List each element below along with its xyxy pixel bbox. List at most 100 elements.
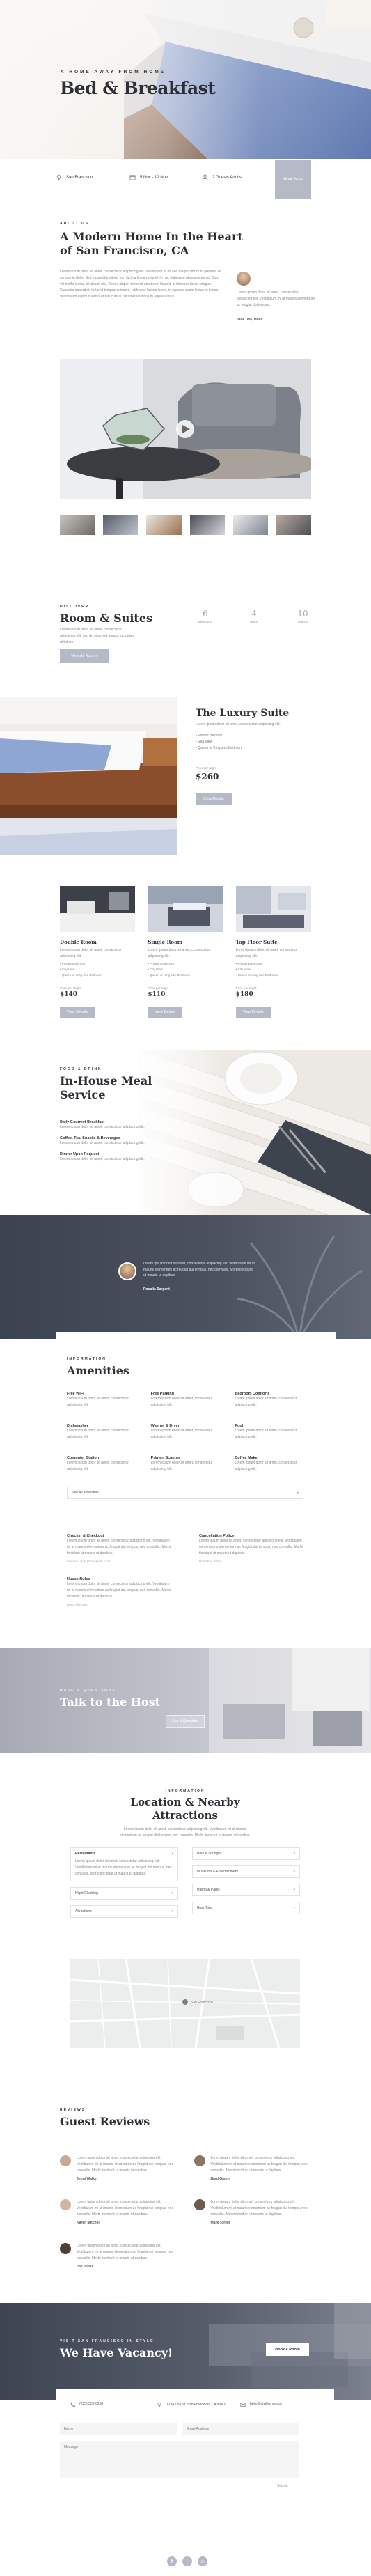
name-input[interactable] [60,2423,177,2435]
accordion-night-clubbing[interactable]: Night Clubbing ▾ [70,1887,178,1900]
location-pin-icon [56,174,61,180]
reviews-title: Guest Reviews [60,2115,150,2128]
accordion-museums[interactable]: Museums & Entertainment ▾ [192,1865,300,1878]
booking-location-field[interactable]: San Francisco [56,174,93,180]
host-section: HAVE A QUESTION? Talk to the Host Ask a … [0,1648,371,1753]
review-author: Joe Jones [77,2265,94,2269]
email-text: hello@divitheme.com [250,2402,283,2406]
luxury-view-details-button[interactable]: View Details [196,793,232,805]
accordion-attractions[interactable]: Attractions ▾ [70,1905,178,1918]
book-room-button[interactable]: Book a Room [266,2343,309,2356]
room-card-view-details-button[interactable]: View Details [148,1007,183,1018]
accordion-title: Restaurants [75,1852,95,1856]
room-card-view-details-button[interactable]: View Details [60,1007,95,1018]
luxury-suite-image [0,697,177,855]
thumbnail-image[interactable] [146,515,182,535]
review-author: Jenni Walker [77,2177,98,2181]
view-all-rooms-button[interactable]: View All Rooms [60,649,109,663]
amenities-card: INFORMATION Amenities Free WiFi Lorem ips… [56,1332,336,1659]
contact-address: 1234 Divi St. San Francisco, CA 93402 [157,2402,233,2407]
phone-text: (255) 352-6258 [79,2402,104,2406]
about-label: ABOUT US [60,222,90,226]
stat-baths: 4 Baths [237,609,271,623]
review-avatar [60,2155,71,2166]
stat-guests: 10 Guests [285,609,320,623]
review-text: Lorem ipsum dolor sit amet, consectetur … [77,2156,173,2173]
food-section: FOOD & DRINK In-House Meal Service Daily… [0,1050,371,1215]
booking-location: San Francisco [66,175,93,180]
booking-date: 5 Nov - 12 Nov [140,175,168,180]
location-title: Location & Nearby Attractions [39,1796,331,1822]
amenity-item: Printer/ Scanner Lorem ipsum dolor sit am… [150,1456,213,1471]
chevron-down-icon: ▾ [293,1852,295,1856]
stat-number: 4 [251,609,257,619]
about-title: A Modern Home In the Heart of San Franci… [60,230,243,258]
about-video[interactable] [60,359,311,499]
email-input[interactable] [182,2423,299,2435]
accordion-title: Attractions [75,1909,92,1914]
room-card-double: Double Room Lorem ipsum dolor sit amet, … [60,886,135,1018]
testimonial-author: Rosalia Sargent [143,1287,170,1291]
accordion-restaurants[interactable]: Restaurants ▴ Lorem ipsum dolor sit amet,… [70,1847,178,1881]
vacancy-title: We Have Vacancy! [60,2346,173,2359]
booking-guests-field[interactable]: 2 Guests Adults [202,174,242,180]
see-all-amenities-toggle[interactable]: See All Amenities ▾ [67,1487,303,1499]
accordion-body: Lorem ipsum dolor sit amet, consectetur … [75,1859,172,1876]
policy-item: Cancellation Policy Lorem ipsum dolor sit… [199,1534,303,1563]
accordion-boat-trips[interactable]: Boat Trips ▾ [192,1902,300,1914]
thumbnail-image[interactable] [232,515,268,535]
review-text: Lorem ipsum dolor sit amet, consectetur … [210,2156,308,2173]
facebook-icon[interactable]: f [167,2556,177,2566]
thumbnail-image[interactable] [189,515,225,535]
testimonial-avatar [118,1262,136,1280]
twitter-icon[interactable]: t [182,2556,192,2566]
location-left-accordions: Restaurants ▴ Lorem ipsum dolor sit amet,… [70,1847,178,1918]
luxury-title: The Luxury Suite [196,708,290,719]
living-room-image [209,1648,371,1753]
hero-title: Bed & Breakfast [60,78,216,98]
feature-item: • Sea View [196,740,213,744]
ask-question-button[interactable]: Ask a Question [166,1715,205,1728]
amenities-grid: Free WiFi Lorem ipsum dolor sit amet, con… [67,1392,303,1473]
submit-button[interactable]: Submit [277,2484,288,2488]
review-item: Lorem ipsum dolor sit amet, consectetur … [60,2155,177,2181]
thumbnail-image[interactable] [103,515,139,535]
luxury-desc: Lorem ipsum dolor sit amet, consectetur … [196,722,281,727]
policies: Checkin & Checkout Lorem ipsum dolor sit … [67,1534,303,1606]
review-avatar [60,2199,71,2210]
stat-number: 10 [297,609,308,619]
location-map[interactable]: San Francisco [70,1959,300,2048]
luxury-price: $260 [196,772,219,782]
vacancy-section: VISIT SAN FRANCISCO IN STYLE We Have Vac… [0,2303,371,2400]
about-title-line2: of San Francisco, CA [60,244,189,257]
instagram-icon[interactable]: ◎ [198,2556,207,2566]
review-author: Mark Torres [210,2221,230,2225]
food-title-line2: Service [60,1088,106,1101]
stat-number: 6 [203,609,208,619]
location-card: INFORMATION Location & Nearby Attraction… [39,1769,331,2097]
food-title-line1: In-House Meal [60,1074,152,1087]
review-text: Lorem ipsum dolor sit amet, consectetur … [77,2244,173,2260]
food-label: FOOD & DRINK [60,1067,102,1071]
accordion-bars[interactable]: Bars & Lounges ▾ [192,1847,300,1860]
thumbnail-image[interactable] [60,515,95,535]
food-title: In-House Meal Service [60,1074,152,1102]
booking-date-field[interactable]: 5 Nov - 12 Nov [129,174,168,180]
location-right-accordions: Bars & Lounges ▾ Museums & Entertainment ▾… [192,1847,300,1914]
chevron-down-icon: ▾ [171,1909,173,1914]
accordion-hiking[interactable]: Hiking & Parks ▾ [192,1884,300,1896]
about-quote: Lorem ipsum dolor sit amet, consectetur … [237,290,315,307]
hero-kicker: A HOME AWAY FROM HOME [61,70,166,75]
policy-link[interactable]: Read Full Policy [199,1560,303,1563]
policy-item: Checkin & Checkout Lorem ipsum dolor sit … [67,1534,171,1563]
stat-label: Guests [297,620,308,623]
room-card-price: $110 [148,991,166,998]
amenity-item: Free Parking Lorem ipsum dolor sit amet, … [150,1392,213,1407]
review-author: Karen Mitchell [77,2221,101,2225]
luxury-features: • Private Balcony • Sea View • Queen or … [196,733,242,752]
room-card-view-details-button[interactable]: View Details [235,1007,271,1018]
thumbnail-image[interactable] [276,515,312,535]
book-now-button[interactable]: Book Now [275,160,311,199]
message-textarea[interactable] [60,2441,299,2478]
policy-link[interactable]: Read All Rules [67,1603,171,1606]
